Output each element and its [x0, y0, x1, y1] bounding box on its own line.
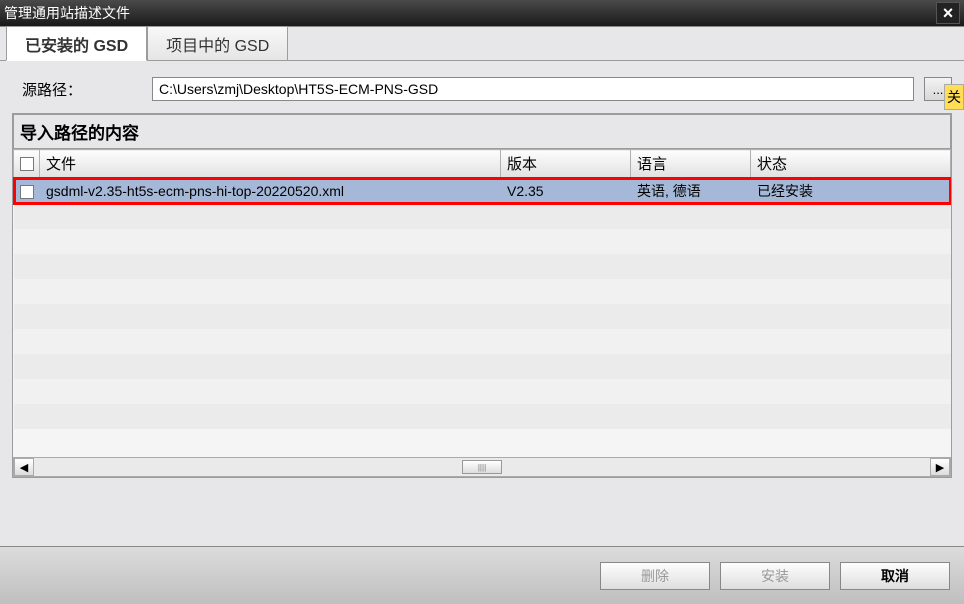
cell-version: V2.35 — [501, 178, 631, 205]
header-version[interactable]: 版本 — [501, 150, 631, 178]
empty-row — [14, 279, 951, 304]
source-path-input[interactable] — [152, 77, 914, 101]
tabs: 已安装的 GSD 项目中的 GSD — [0, 27, 964, 61]
header-language[interactable]: 语言 — [631, 150, 751, 178]
scroll-track[interactable]: |||| — [34, 458, 930, 476]
empty-row — [14, 304, 951, 329]
scroll-left-button[interactable]: ◀ — [14, 458, 34, 476]
table-row[interactable]: gsdml-v2.35-ht5s-ecm-pns-hi-top-20220520… — [14, 178, 951, 205]
scroll-thumb[interactable]: |||| — [462, 460, 502, 474]
empty-row — [14, 229, 951, 254]
select-all-checkbox[interactable] — [20, 157, 34, 171]
close-button[interactable]: × — [936, 2, 960, 24]
empty-row — [14, 329, 951, 354]
empty-row — [14, 354, 951, 379]
empty-row — [14, 254, 951, 279]
empty-row — [14, 379, 951, 404]
tab-project-gsd[interactable]: 项目中的 GSD — [147, 26, 288, 61]
section-title: 导入路径的内容 — [12, 113, 952, 148]
cutoff-tab[interactable]: 关 — [944, 84, 964, 110]
footer: 删除 安装 取消 — [0, 546, 964, 604]
file-table: 文件 版本 语言 状态 gsdml-v2.35-ht5s-ecm-pns-hi-… — [12, 148, 952, 478]
tab-installed-gsd[interactable]: 已安装的 GSD — [6, 26, 147, 61]
cancel-button[interactable]: 取消 — [840, 562, 950, 590]
cell-status: 已经安装 — [751, 178, 951, 205]
scroll-right-button[interactable]: ▶ — [930, 458, 950, 476]
horizontal-scrollbar[interactable]: ◀ |||| ▶ — [13, 457, 951, 477]
cell-language: 英语, 德语 — [631, 178, 751, 205]
install-button[interactable]: 安装 — [720, 562, 830, 590]
titlebar: 管理通用站描述文件 × — [0, 0, 964, 26]
header-file[interactable]: 文件 — [40, 150, 501, 178]
empty-row — [14, 404, 951, 429]
cell-file: gsdml-v2.35-ht5s-ecm-pns-hi-top-20220520… — [40, 178, 501, 205]
delete-button[interactable]: 删除 — [600, 562, 710, 590]
header-checkbox-cell[interactable] — [14, 150, 40, 178]
row-checkbox[interactable] — [20, 185, 34, 199]
window-title: 管理通用站描述文件 — [4, 3, 936, 23]
empty-row — [14, 204, 951, 229]
header-status[interactable]: 状态 — [751, 150, 951, 178]
source-path-label: 源路径： — [22, 79, 142, 100]
